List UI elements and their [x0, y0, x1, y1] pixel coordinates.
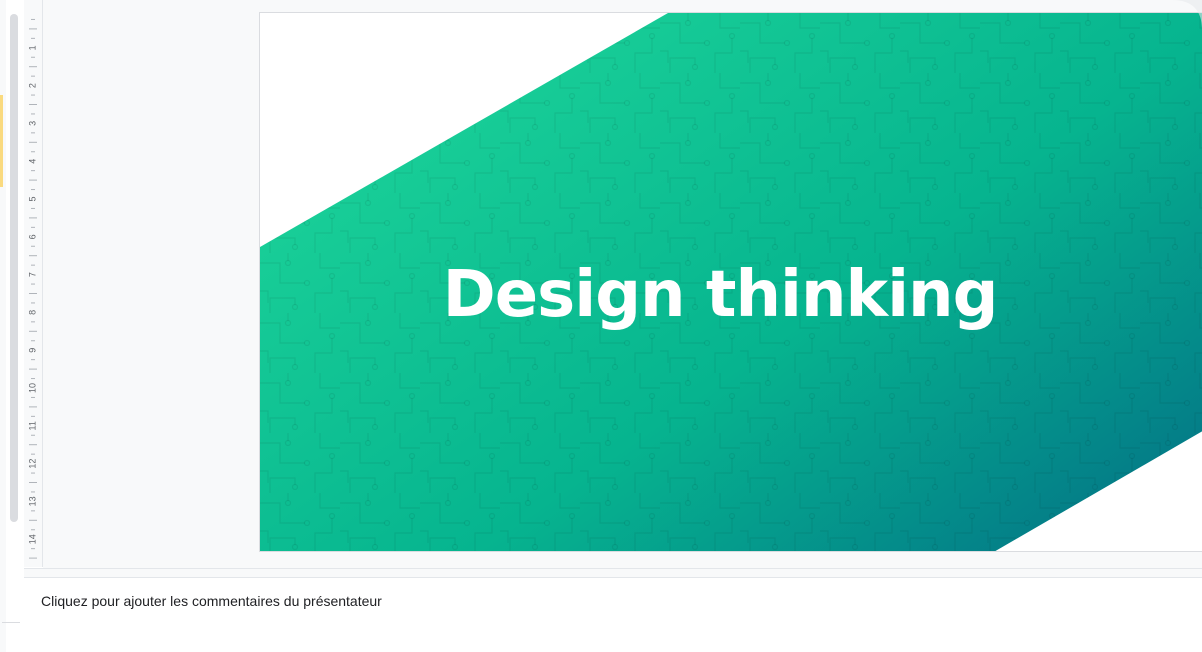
window-corner-icon: [1172, 0, 1202, 30]
ruler-label: 7: [27, 272, 37, 277]
ruler-label: 10: [27, 383, 37, 393]
ruler-label: 13: [27, 496, 37, 506]
ruler-label: 2: [27, 83, 37, 88]
ruler-label: 4: [27, 159, 37, 164]
filmstrip-divider: [2, 622, 20, 623]
ruler-label: 3: [27, 121, 37, 126]
slide-title[interactable]: Design thinking: [260, 255, 1180, 335]
speaker-notes-panel[interactable]: Cliquez pour ajouter les commentaires du…: [24, 578, 1202, 652]
slide-canvas: Design thinking: [43, 0, 1202, 568]
ruler-label: 11: [27, 421, 37, 430]
notes-resize-handle[interactable]: [24, 568, 1202, 585]
filmstrip-scrollbar[interactable]: [10, 14, 18, 522]
slide[interactable]: Design thinking: [259, 12, 1202, 552]
speaker-notes-placeholder[interactable]: Cliquez pour ajouter les commentaires du…: [41, 593, 382, 609]
ruler-label: 9: [27, 348, 37, 353]
ruler-label: 14: [27, 534, 37, 544]
ruler-label: 6: [27, 234, 37, 239]
ruler-label: 5: [27, 196, 37, 201]
ruler-label: 1: [27, 45, 37, 50]
selected-thumbnail-edge[interactable]: [0, 95, 3, 187]
ruler-label: 8: [27, 310, 37, 315]
vertical-ruler: 1 2 3 4 5 6 7 8 9 10 11 12 13 14: [24, 0, 43, 567]
ruler-label: 12: [27, 459, 37, 469]
vertical-ruler-ticks: 1234567891011121314: [27, 18, 37, 559]
drag-handle-icon: [700, 572, 724, 585]
slides-editor: 1 2 3 4 5 6 7 8 9 10 11 12 13 14 Design …: [0, 0, 1202, 652]
